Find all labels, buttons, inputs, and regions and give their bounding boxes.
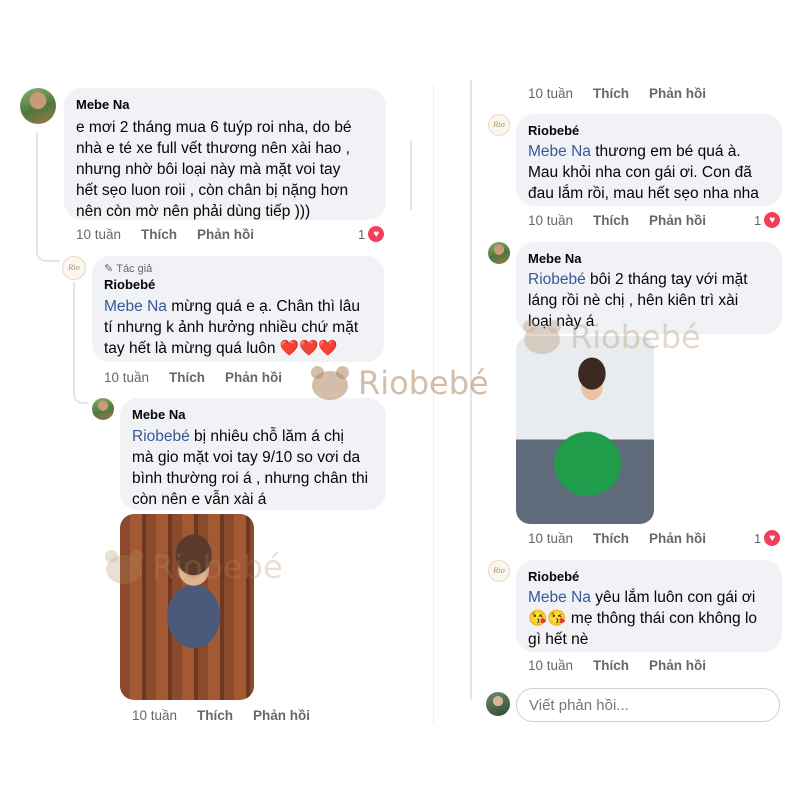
pencil-icon: ✎ — [104, 263, 114, 275]
avatar[interactable]: Rio — [488, 114, 510, 136]
reply-input[interactable] — [529, 696, 767, 714]
thread-line — [73, 282, 75, 382]
author-badge-label: Tác giả — [116, 263, 153, 275]
comment-text: Riobebé bôi 2 tháng tay với mặt láng rồi… — [528, 269, 770, 332]
comment-time: 10 tuần — [528, 86, 574, 101]
comment-bubble: Mebe Na Riobebé bôi 2 tháng tay với mặt … — [516, 242, 782, 334]
reply-button[interactable]: Phản hồi — [649, 213, 706, 229]
reply-button[interactable]: Phản hồi — [649, 658, 706, 674]
thread-connector — [73, 382, 89, 404]
reaction-number: 1 — [754, 212, 762, 228]
comment-author[interactable]: Riobebé — [528, 122, 770, 139]
thread-line — [36, 132, 38, 250]
comment-author[interactable]: Riobebé — [104, 276, 372, 293]
like-button[interactable]: Thích — [169, 370, 205, 386]
comment-text: Mebe Na yêu lắm luôn con gái ơi 😘😘 mẹ th… — [528, 587, 770, 650]
comment-time: 10 tuần — [528, 531, 574, 546]
like-button[interactable]: Thích — [593, 213, 629, 229]
comment-bubble: ✎ Tác giả Riobebé Mebe Na mừng quá e ạ. … — [92, 256, 384, 362]
avatar[interactable] — [488, 242, 510, 264]
thread-line — [410, 140, 412, 210]
comment-time: 10 tuần — [132, 708, 178, 723]
comment-bubble: Mebe Na Riobebé bị nhiêu chỗ lăm á chị m… — [120, 398, 386, 510]
comment-author[interactable]: Mebe Na — [132, 406, 374, 423]
mention-link[interactable]: Mebe Na — [104, 298, 167, 315]
author-badge: ✎ Tác giả — [104, 262, 372, 276]
attached-photo[interactable] — [120, 514, 254, 700]
reaction-count[interactable]: 1 ♥ — [358, 226, 385, 242]
mention-link[interactable]: Mebe Na — [528, 143, 591, 160]
avatar[interactable] — [92, 398, 114, 420]
reply-button[interactable]: Phản hồi — [649, 531, 706, 547]
comment-actions: 10 tuần Thích Phản hồi — [528, 86, 706, 102]
comment-author[interactable]: Mebe Na — [76, 96, 374, 113]
comment-time: 10 tuần — [76, 227, 122, 242]
bear-logo-icon — [310, 366, 350, 400]
like-button[interactable]: Thích — [593, 86, 629, 102]
thread-line — [470, 80, 472, 700]
reply-button[interactable]: Phản hồi — [225, 370, 282, 386]
heart-icon: ♥ — [764, 530, 781, 546]
comment-actions: 10 tuần Thích Phản hồi — [528, 531, 706, 547]
comment-text: Mebe Na thương em bé quá à. Mau khỏi nha… — [528, 141, 770, 204]
comment-time: 10 tuần — [528, 213, 574, 228]
like-button[interactable]: Thích — [141, 227, 177, 243]
reply-button[interactable]: Phản hồi — [649, 86, 706, 102]
comment-text: Mebe Na mừng quá e ạ. Chân thì lâu tí nh… — [104, 296, 372, 359]
thread-connector — [36, 250, 60, 262]
mention-link[interactable]: Riobebé — [528, 271, 586, 288]
heart-icon: ♥ — [764, 212, 781, 228]
like-button[interactable]: Thích — [197, 708, 233, 724]
avatar[interactable] — [20, 88, 56, 124]
mention-link[interactable]: Riobebé — [132, 428, 190, 445]
reply-button[interactable]: Phản hồi — [253, 708, 310, 724]
avatar[interactable]: Rio — [488, 560, 510, 582]
avatar[interactable]: Rio — [62, 256, 86, 280]
comment-actions: 10 tuần Thích Phản hồi — [528, 658, 706, 674]
comment-actions: 10 tuần Thích Phản hồi — [528, 213, 706, 229]
comment-time: 10 tuần — [104, 370, 150, 385]
comment-author[interactable]: Mebe Na — [528, 250, 770, 267]
column-divider — [433, 85, 434, 725]
brand-watermark: Riobebé — [310, 364, 489, 402]
like-button[interactable]: Thích — [593, 531, 629, 547]
reaction-count[interactable]: 1 ♥ — [754, 212, 781, 228]
like-button[interactable]: Thích — [593, 658, 629, 674]
comment-time: 10 tuần — [528, 658, 574, 673]
comment-bubble: Riobebé Mebe Na yêu lắm luôn con gái ơi … — [516, 560, 782, 652]
comment-text: Riobebé bị nhiêu chỗ lăm á chị mà gio mặ… — [132, 426, 374, 510]
reaction-number: 1 — [358, 226, 366, 242]
comment-author[interactable]: Riobebé — [528, 568, 770, 585]
reply-input-box[interactable] — [516, 688, 780, 722]
attached-photo[interactable] — [516, 336, 654, 524]
comment-text: e mơi 2 tháng mua 6 tuýp roi nha, do bé … — [76, 119, 352, 220]
reaction-count[interactable]: 1 ♥ — [754, 530, 781, 546]
mention-link[interactable]: Mebe Na — [528, 589, 591, 606]
heart-icon: ♥ — [368, 226, 385, 242]
comment-actions: 10 tuần Thích Phản hồi — [104, 370, 282, 386]
comment-actions: 10 tuần Thích Phản hồi — [76, 227, 254, 243]
current-user-avatar — [486, 692, 510, 716]
comment-bubble: Riobebé Mebe Na thương em bé quá à. Mau … — [516, 114, 782, 206]
comment-actions: 10 tuần Thích Phản hồi — [132, 708, 310, 724]
reaction-number: 1 — [754, 530, 762, 546]
reply-button[interactable]: Phản hồi — [197, 227, 254, 243]
comment-bubble: Mebe Na e mơi 2 tháng mua 6 tuýp roi nha… — [64, 88, 386, 220]
